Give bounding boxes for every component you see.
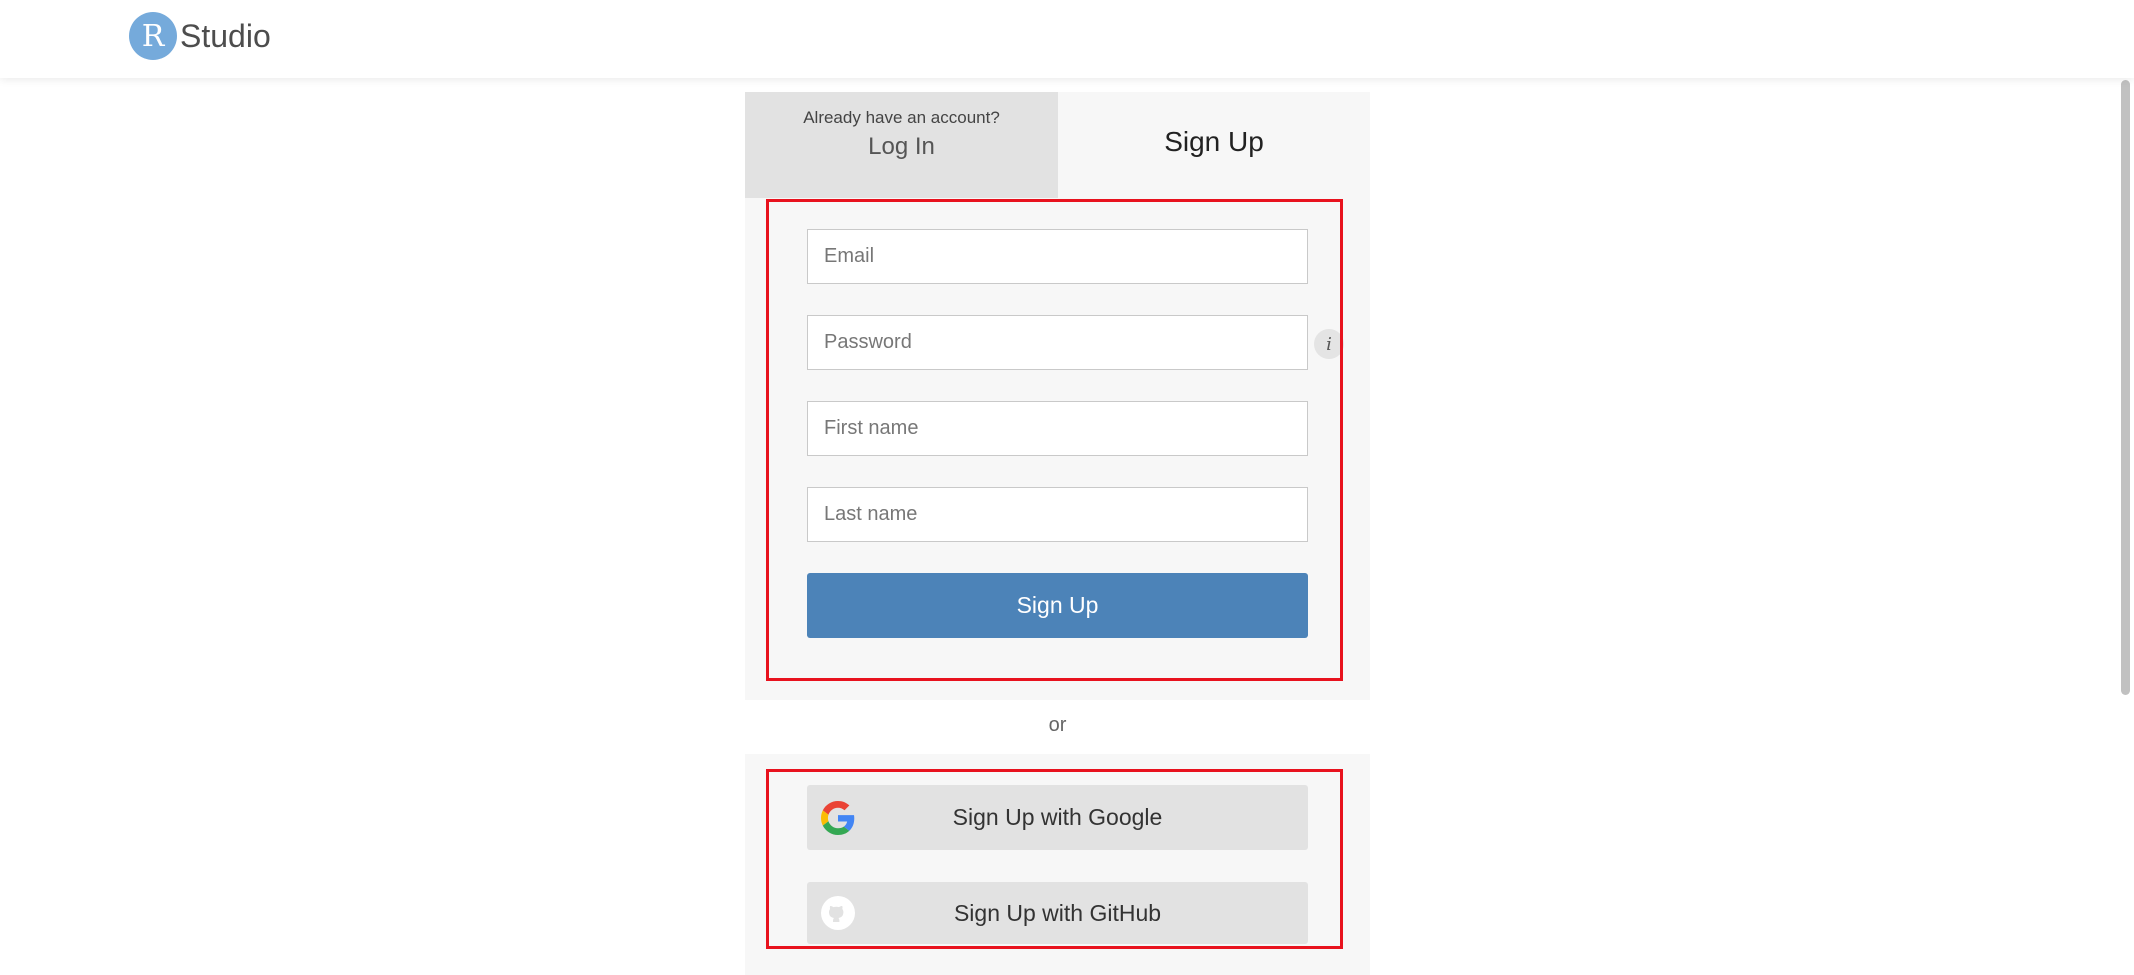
top-header: R Studio <box>0 0 2134 78</box>
r-logo-icon: R <box>129 12 177 60</box>
logo-text: Studio <box>180 17 271 54</box>
tab-log-in-subtitle: Already have an account? <box>803 108 1000 127</box>
tab-log-in-label: Log In <box>868 133 935 160</box>
tab-sign-up-label: Sign Up <box>1164 126 1264 157</box>
form-highlight-box <box>766 199 1343 681</box>
tab-sign-up[interactable]: Sign Up <box>1058 92 1370 198</box>
rstudio-logo[interactable]: R Studio <box>129 12 271 60</box>
or-separator: or <box>1048 714 1067 736</box>
social-highlight-box <box>766 769 1343 949</box>
tab-log-in[interactable]: Already have an account? Log In <box>745 92 1058 198</box>
auth-tabs: Already have an account? Log In Sign Up <box>745 92 1370 198</box>
scrollbar-thumb[interactable] <box>2121 80 2130 695</box>
